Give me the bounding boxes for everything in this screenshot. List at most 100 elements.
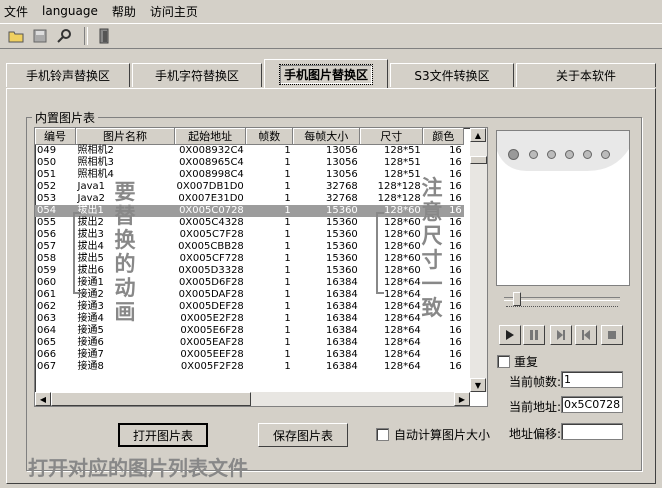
frame-slider-thumb[interactable] [513, 292, 521, 306]
table-row[interactable]: 063 接通4 0X005E2F28 1 16384 128*64 16 [35, 313, 464, 325]
frame-slider-track[interactable] [504, 297, 620, 301]
col-header-dimensions[interactable]: 尺寸 [359, 128, 424, 145]
current-address-field[interactable]: 0x5C0728 [561, 396, 623, 413]
cell-address: 0X005D6F28 [178, 277, 244, 288]
h-scroll-thumb[interactable] [51, 392, 251, 406]
cell-frames: 1 [245, 205, 293, 217]
cell-address: 0X005CF728 [179, 253, 244, 264]
exit-icon[interactable] [94, 26, 114, 46]
cell-frame-size: 13056 [325, 157, 358, 168]
address-offset-label: 地址偏移: [509, 427, 562, 441]
cell-address: 0X005CBB28 [178, 241, 244, 252]
table-row[interactable]: 060 接通1 0X005D6F28 1 16384 128*64 16 [35, 277, 464, 289]
cell-address: 0X005F2F28 [180, 361, 244, 372]
scroll-left-icon[interactable]: ◀ [35, 392, 51, 406]
cell-frames: 1 [284, 289, 291, 300]
cell-id: 059 [37, 265, 57, 276]
table-row[interactable]: 057 拔出4 0X005CBB28 1 15360 128*60 16 [35, 241, 464, 253]
cell-frame-size: 15360 [325, 253, 358, 264]
scroll-thumb[interactable] [470, 156, 487, 164]
cell-dimensions: 128*64 [383, 361, 421, 372]
pause-icon[interactable] [523, 325, 545, 345]
cell-frames: 1 [284, 253, 291, 264]
current-frame-field[interactable]: 1 [561, 371, 623, 388]
address-offset-field[interactable] [561, 423, 623, 440]
image-preview [496, 130, 630, 286]
cell-frames: 1 [284, 157, 291, 168]
slider-ticks [506, 306, 618, 311]
cell-address: 0X005D3328 [178, 265, 244, 276]
save-table-button[interactable]: 保存图片表 [258, 423, 348, 447]
next-frame-icon[interactable] [550, 325, 572, 345]
menu-file[interactable]: 文件 [4, 3, 28, 20]
scroll-down-icon[interactable]: ▼ [470, 378, 486, 392]
cell-dimensions: 128*64 [383, 349, 421, 360]
cell-id: 064 [37, 325, 57, 336]
cell-frames: 1 [284, 361, 291, 372]
cell-address: 0X008965C4 [179, 157, 244, 168]
cell-frames: 1 [284, 337, 291, 348]
table-row[interactable]: 051 照相机4 0X008998C4 1 13056 128*51 16 [35, 169, 464, 181]
table-row[interactable]: 062 接通3 0X005DEF28 1 16384 128*64 16 [35, 301, 464, 313]
cell-dimensions: 128*128 [377, 193, 421, 204]
col-header-frames[interactable]: 帧数 [245, 128, 294, 145]
horizontal-scrollbar[interactable]: ◀ ▶ [35, 392, 470, 406]
table-row[interactable]: 049 照相机2 0X008932C4 1 13056 128*51 16 [35, 145, 464, 158]
cell-dimensions: 128*64 [383, 289, 421, 300]
table-row[interactable]: 055 拔出2 0X005C4328 1 15360 128*60 16 [35, 217, 464, 229]
menu-language[interactable]: language [42, 4, 98, 18]
tab-about[interactable]: 关于本软件 [516, 63, 656, 87]
prev-frame-icon[interactable] [575, 325, 597, 345]
cell-address: 0X007E31D0 [178, 193, 244, 204]
table-row[interactable]: 064 接通5 0X005E6F28 1 16384 128*64 16 [35, 325, 464, 337]
scroll-right-icon[interactable]: ▶ [454, 392, 470, 406]
table-row[interactable]: 053 Java2 0X007E31D0 1 32768 128*128 16 [35, 193, 464, 205]
table-row[interactable]: 058 拔出5 0X005CF728 1 15360 128*60 16 [35, 253, 464, 265]
table-row[interactable]: 061 接通2 0X005DAF28 1 16384 128*64 16 [35, 289, 464, 301]
cell-frames: 1 [284, 169, 291, 180]
table-row[interactable]: 065 接通6 0X005EAF28 1 16384 128*64 16 [35, 337, 464, 349]
menu-help[interactable]: 帮助 [112, 3, 136, 20]
table-row[interactable]: 067 接通8 0X005F2F28 1 16384 128*64 16 [35, 361, 464, 373]
col-header-address[interactable]: 起始地址 [174, 128, 247, 145]
tab-images[interactable]: 手机图片替换区 [264, 59, 388, 89]
play-icon[interactable] [499, 325, 521, 345]
table-row[interactable]: 059 拔出6 0X005D3328 1 15360 128*60 16 [35, 265, 464, 277]
save-icon[interactable] [30, 26, 50, 46]
tab-characters[interactable]: 手机字符替换区 [132, 63, 262, 87]
cell-id: 054 [35, 205, 76, 217]
tab-ringtone[interactable]: 手机铃声替换区 [6, 63, 130, 87]
menu-homepage[interactable]: 访问主页 [150, 3, 198, 20]
cell-dimensions: 128*128 [377, 181, 421, 192]
search-icon[interactable] [54, 26, 74, 46]
vertical-scrollbar[interactable]: ▲ ▼ [470, 128, 487, 392]
scroll-up-icon[interactable]: ▲ [470, 128, 486, 142]
cell-name: 接通6 [77, 337, 104, 348]
repeat-checkbox[interactable] [497, 355, 510, 368]
stop-icon[interactable] [601, 325, 623, 345]
cell-name: 接通5 [77, 325, 104, 336]
cell-frames: 1 [284, 325, 291, 336]
cell-frames: 1 [284, 301, 291, 312]
cell-dimensions: 128*60 [383, 241, 421, 252]
open-table-button[interactable]: 打开图片表 [118, 423, 208, 447]
table-row[interactable]: 052 Java1 0X007DB1D0 1 32768 128*128 16 [35, 181, 464, 193]
table-row[interactable]: 054 拔出1 0X005C0728 1 15360 128*60 16 [35, 205, 464, 217]
cell-frames: 1 [284, 181, 291, 192]
cell-frame-size: 15360 [292, 205, 360, 217]
open-icon[interactable] [6, 26, 26, 46]
auto-calc-checkbox[interactable] [376, 428, 389, 441]
table-row[interactable]: 056 拔出3 0X005C7F28 1 15360 128*60 16 [35, 229, 464, 241]
group-title: 内置图片表 [32, 109, 99, 126]
col-header-name[interactable]: 图片名称 [75, 128, 175, 145]
cell-address: 0X008932C4 [179, 145, 244, 156]
table-row[interactable]: 050 照相机3 0X008965C4 1 13056 128*51 16 [35, 157, 464, 169]
col-header-frame-size[interactable]: 每帧大小 [292, 128, 361, 145]
cell-color: 16 [449, 361, 462, 372]
table-row[interactable]: 066 接通7 0X005EEF28 1 16384 128*64 16 [35, 349, 464, 361]
col-header-color[interactable]: 颜色 [422, 128, 465, 145]
col-header-id[interactable]: 编号 [35, 128, 76, 145]
preview-dot [601, 150, 610, 159]
tab-s3-convert[interactable]: S3文件转换区 [390, 63, 514, 87]
cell-address: 0X005EAF28 [179, 337, 244, 348]
